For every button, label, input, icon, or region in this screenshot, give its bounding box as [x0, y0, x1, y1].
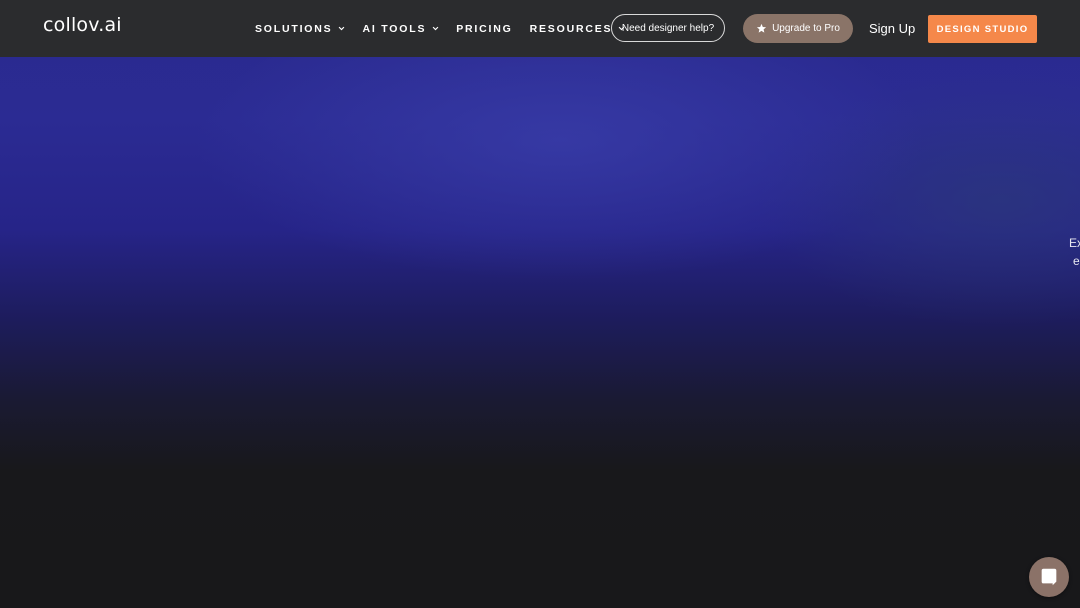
site-header: collov.ai SOLUTIONS AI TOOLS PRICING RES… [0, 0, 1080, 57]
nav-pricing-label: PRICING [456, 22, 513, 35]
nav-solutions[interactable]: SOLUTIONS [255, 23, 345, 35]
sign-up-link[interactable]: Sign Up [869, 21, 915, 36]
nav-ai-tools[interactable]: AI TOOLS [362, 23, 439, 35]
hero-text-line-1: Ex [1069, 236, 1080, 250]
hero-background: Ex e [0, 0, 1080, 608]
design-studio-button[interactable]: DESIGN STUDIO [928, 15, 1037, 43]
chevron-down-icon [339, 26, 345, 31]
upgrade-to-pro-button[interactable]: Upgrade to Pro [743, 14, 853, 43]
page: Ex e collov.ai SOLUTIONS AI TOOLS PRICIN… [0, 0, 1080, 608]
chat-bubble-icon [1041, 568, 1057, 586]
nav-solutions-label: SOLUTIONS [255, 22, 333, 35]
chevron-down-icon [432, 26, 439, 31]
need-designer-help-button[interactable]: Need designer help? [611, 14, 725, 42]
nav-resources-label: RESOURCES [529, 22, 613, 35]
main-nav: SOLUTIONS AI TOOLS PRICING RESOURCES [255, 0, 642, 57]
star-icon [756, 23, 767, 33]
hero-cut-off-text: Ex e [1069, 234, 1080, 270]
upgrade-to-pro-label: Upgrade to Pro [772, 23, 840, 34]
nav-ai-tools-label: AI TOOLS [362, 22, 427, 35]
hero-text-line-2: e [1073, 254, 1080, 268]
chat-widget-button[interactable] [1029, 557, 1069, 597]
nav-pricing[interactable]: PRICING [456, 23, 512, 35]
logo[interactable]: collov.ai [43, 14, 122, 36]
